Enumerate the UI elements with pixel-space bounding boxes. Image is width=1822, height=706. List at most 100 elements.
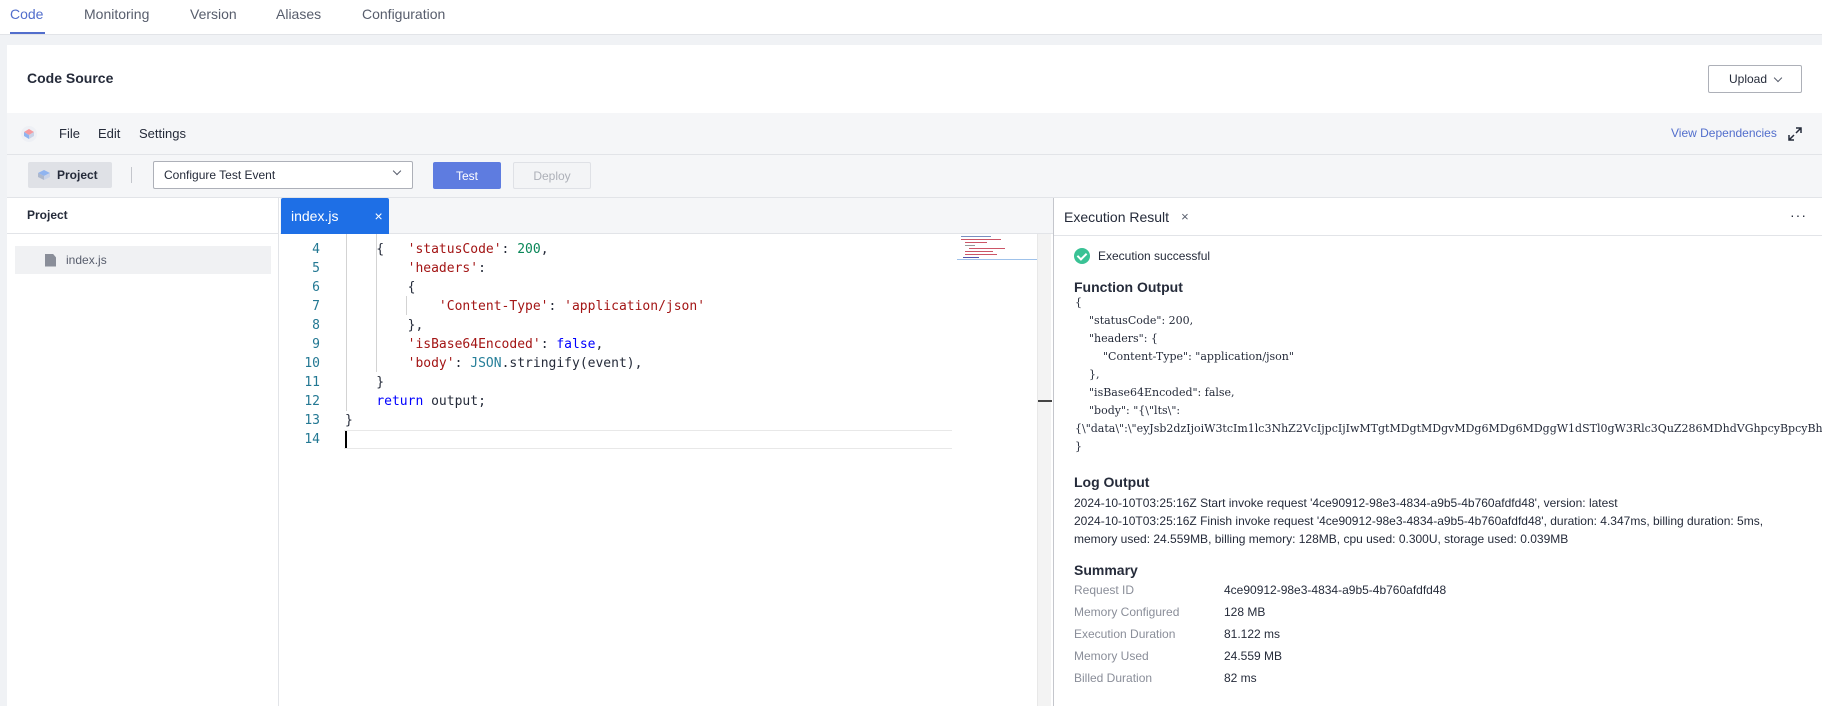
top-tabs: Code Monitoring Version Aliases Configur… [0, 0, 1822, 35]
line-code: return output; [376, 394, 486, 409]
tab-configuration[interactable]: Configuration [362, 6, 445, 22]
summary-label: Memory Used [1074, 649, 1149, 663]
line-code: } [345, 413, 353, 428]
tab-aliases[interactable]: Aliases [276, 6, 321, 22]
project-button[interactable]: Project [28, 162, 112, 188]
summary-value: 81.122 ms [1224, 627, 1281, 641]
current-line-highlight [344, 430, 952, 449]
text-cursor [345, 431, 347, 448]
line-number: 14 [304, 432, 320, 447]
result-content: Execution successful Function Output { "… [1054, 198, 1822, 706]
function-output-line: }, [1075, 368, 1100, 381]
editor-tab-label: index.js [291, 208, 339, 224]
line-code: 'headers': [407, 261, 486, 276]
code-line: 7 'Content-Type': 'application/json' [280, 297, 980, 316]
deploy-button[interactable]: Deploy [513, 162, 591, 189]
log-output-title: Log Output [1074, 474, 1150, 490]
line-number: 12 [304, 394, 320, 409]
line-code: 'isBase64Encoded': false, [407, 337, 604, 352]
tab-monitoring[interactable]: Monitoring [84, 6, 149, 22]
line-number: 10 [304, 356, 320, 371]
line-number: 6 [312, 280, 320, 295]
chevron-down-icon [392, 166, 402, 176]
code-line: 6 { [280, 278, 980, 297]
line-number: 11 [304, 375, 320, 390]
menu-file[interactable]: File [59, 126, 80, 141]
code-line: 10 'body': JSON.stringify(event), [280, 354, 980, 373]
line-number: 7 [312, 299, 320, 314]
line-number: 5 [312, 261, 320, 276]
function-output-line: { [1075, 296, 1082, 309]
indent-guide [346, 234, 347, 411]
function-output-line: "statusCode": 200, [1075, 314, 1194, 327]
chevron-down-icon [1773, 73, 1783, 82]
function-output-line: "Content-Type": "application/json" [1075, 350, 1294, 363]
ide-menubar: File Edit Settings View Dependencies [7, 113, 1822, 155]
minimap[interactable] [957, 234, 1037, 260]
project-icon [38, 170, 50, 180]
log-line: memory used: 24.559MB, billing memory: 1… [1074, 532, 1569, 546]
line-number: 4 [312, 242, 320, 257]
card-title: Code Source [27, 70, 114, 86]
project-explorer: Project index.js [7, 198, 279, 706]
line-code: 'body': JSON.stringify(event), [407, 356, 643, 371]
code-line: 11 } [280, 373, 980, 392]
project-button-label: Project [57, 168, 98, 182]
summary-label: Billed Duration [1074, 671, 1153, 685]
line-code: }, [345, 318, 424, 333]
summary-value: 24.559 MB [1224, 649, 1283, 663]
project-explorer-header: Project [7, 198, 279, 234]
code-line: 5 'headers': [280, 259, 980, 278]
summary-label: Request ID [1074, 583, 1135, 597]
code-line: 4 'statusCode': 200, [280, 240, 980, 259]
summary-title: Summary [1074, 562, 1138, 578]
project-explorer-title: Project [27, 208, 68, 222]
summary-label: Execution Duration [1074, 627, 1176, 641]
summary-value: 128 MB [1224, 605, 1266, 619]
log-line: 2024-10-10T03:25:16Z Finish invoke reque… [1074, 514, 1764, 528]
line-code: 'Content-Type': 'application/json' [438, 299, 706, 314]
tab-version[interactable]: Version [190, 6, 237, 22]
execution-status: Execution successful [1074, 248, 1210, 264]
editor-tabs: index.js × [280, 198, 1053, 234]
function-output-title: Function Output [1074, 279, 1183, 295]
function-output-line: "isBase64Encoded": false, [1075, 386, 1235, 399]
expand-icon[interactable] [1787, 126, 1803, 142]
success-check-icon [1074, 248, 1090, 264]
line-code: { [345, 280, 416, 295]
editor-tab-index-js[interactable]: index.js × [281, 198, 389, 234]
code-line: 13} [280, 411, 980, 430]
indent-guide [376, 234, 377, 372]
file-item-index-js[interactable]: index.js [15, 246, 271, 274]
code-area[interactable]: { 4 'statusCode': 200, 5 'headers': 6 {7 '… [280, 234, 1050, 706]
code-editor: index.js × { 4 'statusCode': 200, 5 'head… [280, 198, 1053, 706]
upload-label: Upload [1728, 72, 1768, 86]
indent-guide [406, 296, 407, 315]
view-dependencies-link[interactable]: View Dependencies [1671, 126, 1777, 140]
line-number: 13 [304, 413, 320, 428]
line-number: 8 [312, 318, 320, 333]
summary-value: 4ce90912-98e3-4834-a9b5-4b760afdfd48 [1224, 583, 1447, 597]
menu-edit[interactable]: Edit [98, 126, 120, 141]
menu-settings[interactable]: Settings [139, 126, 186, 141]
ide-toolbar: Project Configure Test Event Test Deploy [7, 155, 1822, 198]
execution-result-pane: Execution Result × ··· Execution success… [1053, 198, 1822, 706]
log-line: 2024-10-10T03:25:16Z Start invoke reques… [1074, 496, 1618, 510]
active-tab-indicator [10, 32, 45, 34]
function-output-line: } [1075, 440, 1082, 453]
test-button[interactable]: Test [433, 162, 501, 189]
tab-code[interactable]: Code [10, 6, 43, 22]
test-event-select[interactable]: Configure Test Event [153, 161, 413, 189]
editor-scrollbar[interactable] [1037, 234, 1052, 706]
ide-logo-icon [21, 126, 37, 142]
function-output-line: "body": "{\"lts\": [1075, 404, 1181, 417]
function-output-line: "headers": { [1075, 332, 1158, 345]
close-icon[interactable]: × [374, 208, 382, 224]
code-line: 9 'isBase64Encoded': false, [280, 335, 980, 354]
code-line: 8 }, [280, 316, 980, 335]
code-line: 12 return output; [280, 392, 980, 411]
summary-value: 82 ms [1224, 671, 1257, 685]
toolbar-divider [131, 167, 132, 183]
upload-button[interactable]: Upload [1708, 65, 1802, 93]
test-event-value: Configure Test Event [164, 168, 276, 182]
